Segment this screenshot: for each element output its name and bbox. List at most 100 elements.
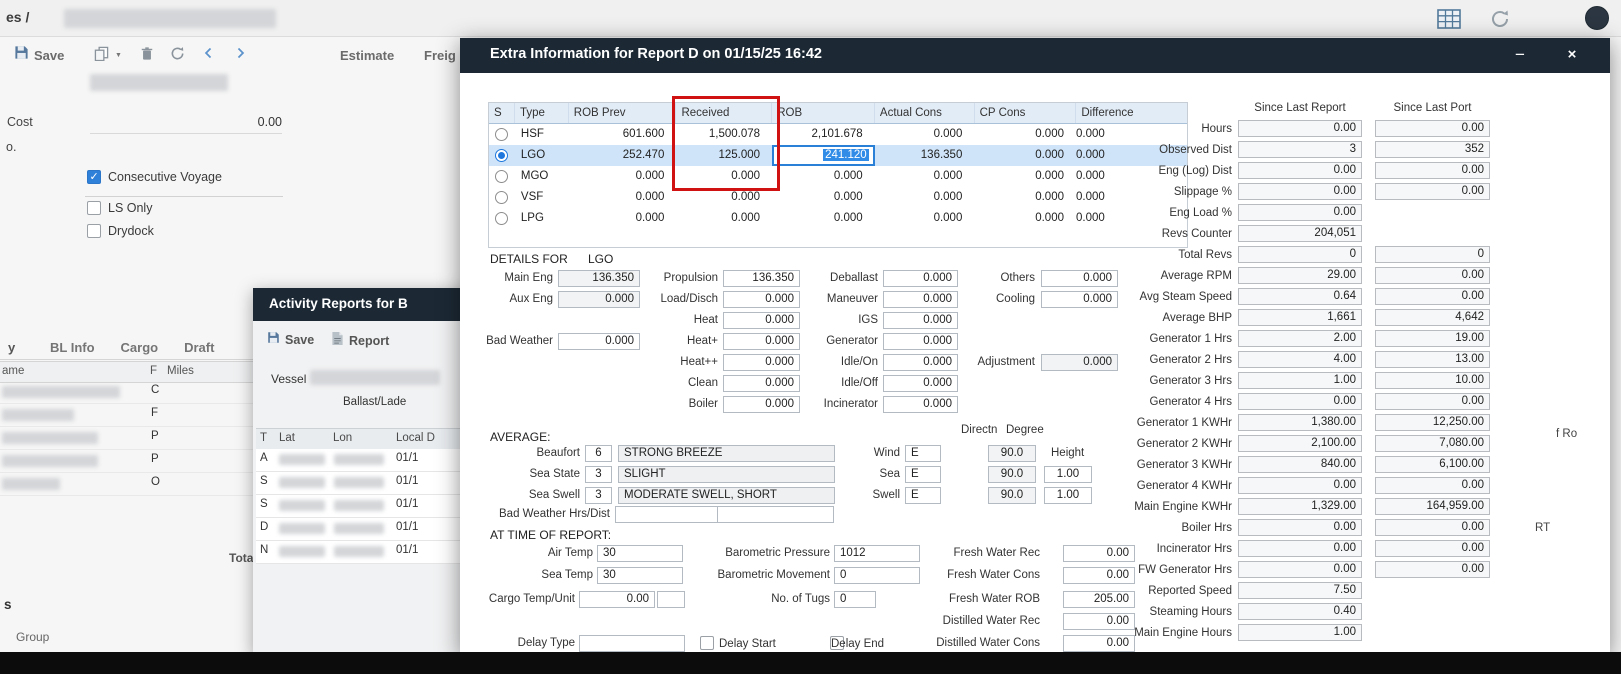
minimize-button[interactable]: −	[1508, 44, 1532, 66]
activity-save-button[interactable]: Save	[267, 331, 314, 349]
table-row[interactable]: C	[0, 381, 253, 404]
stats-value-since-last-report: 0.00	[1238, 120, 1362, 137]
grid-icon[interactable]	[1437, 9, 1461, 34]
fuel-select-radio[interactable]	[495, 191, 508, 204]
wind-direction-input[interactable]: E	[905, 445, 941, 462]
sea-swell-input[interactable]: 3	[585, 487, 612, 504]
fuel-rob[interactable]: 2,101.678	[772, 124, 875, 145]
fuel-rob[interactable]: 0.000	[772, 166, 875, 187]
beaufort-input[interactable]: 6	[585, 445, 612, 462]
stats-value-since-last-report: 0.00	[1238, 393, 1362, 410]
drydock-checkbox-row[interactable]: Drydock	[87, 224, 154, 238]
refresh-icon[interactable]	[170, 46, 185, 66]
fuel-rob[interactable]: 0.000	[772, 208, 875, 229]
delete-icon[interactable]	[140, 46, 154, 66]
drydock-checkbox[interactable]	[87, 224, 101, 238]
table-row[interactable]: F	[0, 404, 253, 427]
stats-row: Average BHP 1,661 4,642	[1060, 309, 1492, 326]
consecutive-voyage-checkbox[interactable]	[87, 170, 101, 184]
stats-label: Generator 3 KWHr	[1060, 459, 1232, 471]
sea-swell-label: Sea Swell	[480, 489, 580, 501]
clean-label: Clean	[610, 377, 718, 389]
fuel-rob-prev: 252.470	[569, 145, 677, 166]
fuel-select-radio[interactable]	[495, 128, 508, 141]
igs-input[interactable]: 0.000	[883, 312, 958, 329]
cost-label: Cost	[7, 115, 33, 129]
cargo-temp-input[interactable]: 0.00	[579, 591, 655, 608]
stats-value-since-last-report: 840.00	[1238, 456, 1362, 473]
bad-weather-dist-input[interactable]	[717, 506, 834, 523]
ls-only-checkbox[interactable]	[87, 201, 101, 215]
chevron-right-icon[interactable]	[234, 46, 247, 65]
sync-icon[interactable]	[1489, 8, 1511, 35]
fuel-select-radio[interactable]	[495, 149, 508, 162]
row-flag: P	[151, 453, 159, 465]
copy-icon[interactable]	[94, 46, 109, 66]
stats-row: Generator 2 Hrs 4.00 13.00	[1060, 351, 1492, 368]
activity-report-button[interactable]: Report	[331, 331, 389, 351]
fuel-received[interactable]: 1,500.078	[676, 124, 772, 145]
consecutive-voyage-checkbox-row[interactable]: Consecutive Voyage	[87, 170, 222, 184]
freight-button[interactable]: Freig	[424, 48, 456, 63]
breadcrumb: es /	[6, 9, 29, 25]
idle-off-input[interactable]: 0.000	[883, 375, 958, 392]
fuel-type: VSF	[515, 187, 569, 208]
distilled-water-rec-label: Distilled Water Rec	[900, 615, 1040, 627]
save-button[interactable]: Save	[14, 45, 64, 65]
modal-titlebar[interactable]: Extra Information for Report D on 01/15/…	[460, 38, 1610, 73]
incinerator-input[interactable]: 0.000	[883, 396, 958, 413]
heat-plus-label: Heat+	[610, 335, 718, 347]
fuel-rob[interactable]: 241.120	[772, 145, 875, 166]
stats-row: Generator 2 KWHr 2,100.00 7,080.00	[1060, 435, 1492, 452]
stats-row: Generator 3 KWHr 840.00 6,100.00	[1060, 456, 1492, 473]
stats-value-since-last-port: 0	[1375, 246, 1490, 263]
stats-value-since-last-report: 0	[1238, 246, 1362, 263]
fuel-received[interactable]: 0.000	[676, 187, 772, 208]
tab[interactable]: Cargo	[121, 340, 159, 355]
stats-label: Eng (Log) Dist	[1060, 165, 1232, 177]
sea-state-input[interactable]: 3	[585, 466, 612, 483]
close-button[interactable]: ×	[1560, 44, 1584, 66]
local-date: 01/1	[396, 475, 418, 487]
fuel-actual-cons: 0.000	[875, 187, 975, 208]
estimate-button[interactable]: Estimate	[340, 48, 394, 63]
sea-degree-input[interactable]: 90.0	[988, 466, 1036, 483]
cargo-temp-unit-input[interactable]	[657, 591, 685, 608]
chevron-left-icon[interactable]	[202, 46, 215, 65]
table-row[interactable]: P	[0, 427, 253, 450]
table-row[interactable]: P	[0, 450, 253, 473]
fuel-received[interactable]: 125.000	[676, 145, 772, 166]
col-header: Miles	[167, 365, 194, 377]
fuel-received[interactable]: 0.000	[676, 208, 772, 229]
air-temp-input[interactable]: 30	[597, 545, 683, 562]
wind-degree-input[interactable]: 90.0	[988, 445, 1036, 462]
maneuver-label: Maneuver	[775, 293, 878, 305]
table-row[interactable]: O	[0, 473, 253, 496]
generator-input[interactable]: 0.000	[883, 333, 958, 350]
no-of-tugs-input[interactable]: 0	[834, 591, 876, 608]
ls-only-checkbox-row[interactable]: LS Only	[87, 201, 152, 215]
sea-direction-input[interactable]: E	[905, 466, 941, 483]
globe-icon[interactable]	[1585, 6, 1609, 30]
tab[interactable]: Draft	[184, 340, 214, 355]
delay-type-input[interactable]	[579, 635, 685, 652]
fuel-rob[interactable]: 0.000	[772, 187, 875, 208]
swell-direction-input[interactable]: E	[905, 487, 941, 504]
stats-value-since-last-port: 164,959.00	[1375, 498, 1490, 515]
tab[interactable]: BL Info	[50, 340, 95, 355]
local-date: 01/1	[396, 544, 418, 556]
fuel-actual-cons: 136.350	[875, 145, 975, 166]
fuel-select-radio[interactable]	[495, 212, 508, 225]
sea-temp-input[interactable]: 30	[597, 567, 683, 584]
bad-weather-hrs-input[interactable]	[615, 506, 718, 523]
stats-row: Generator 1 Hrs 2.00 19.00	[1060, 330, 1492, 347]
distilled-water-cons-label: Distilled Water Cons	[900, 637, 1040, 649]
stats-value-since-last-port: 0.00	[1375, 393, 1490, 410]
stats-value-since-last-port: 0.00	[1375, 561, 1490, 578]
caret-down-icon[interactable]: ▼	[115, 52, 122, 59]
delay-start-checkbox[interactable]	[700, 636, 714, 650]
swell-degree-input[interactable]: 90.0	[988, 487, 1036, 504]
redacted-lat	[279, 500, 325, 511]
fuel-received[interactable]: 0.000	[676, 166, 772, 187]
fuel-select-radio[interactable]	[495, 170, 508, 183]
